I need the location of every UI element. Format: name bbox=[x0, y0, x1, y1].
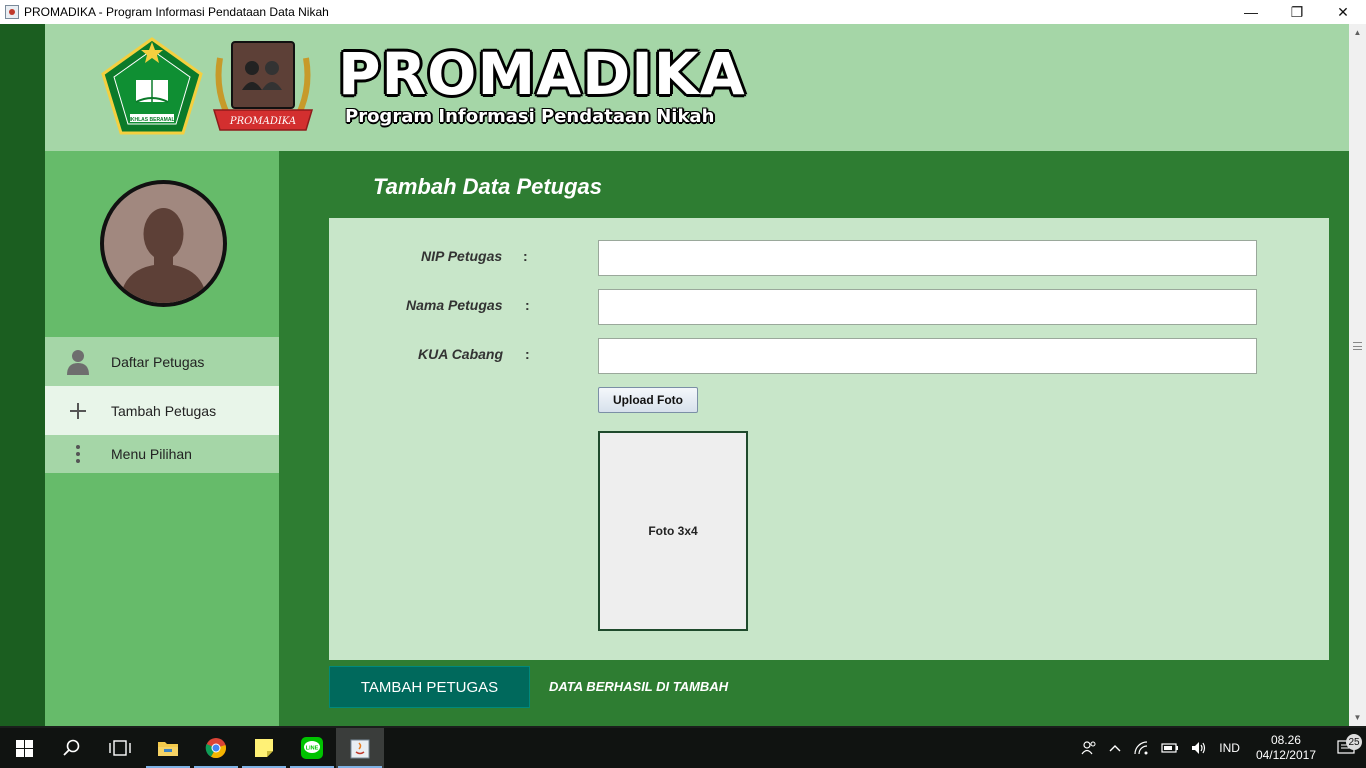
brand-title: PROMADIKA bbox=[338, 40, 746, 108]
battery-icon[interactable] bbox=[1155, 743, 1185, 753]
user-icon bbox=[45, 349, 111, 375]
upload-photo-button[interactable]: Upload Foto bbox=[598, 387, 698, 413]
nama-input[interactable] bbox=[598, 289, 1257, 325]
maximize-button[interactable]: ❐ bbox=[1274, 0, 1320, 24]
window-title: PROMADIKA - Program Informasi Pendataan … bbox=[24, 5, 329, 19]
sidebar-item-label: Tambah Petugas bbox=[111, 402, 217, 419]
chevron-up-icon[interactable] bbox=[1103, 744, 1127, 752]
photo-placeholder-label: Foto 3x4 bbox=[648, 524, 698, 538]
sidebar-item-tambah-petugas[interactable]: Tambah Petugas bbox=[45, 386, 279, 435]
brand-subtitle: Program Informasi Pendataan Nikah bbox=[345, 106, 715, 127]
system-tray: IND 08.26 04/12/2017 25 bbox=[1075, 728, 1366, 768]
vertical-scrollbar[interactable]: ▲ ▼ bbox=[1349, 24, 1366, 726]
line-icon[interactable]: LINE bbox=[288, 728, 336, 768]
notification-count-badge: 25 bbox=[1346, 734, 1362, 750]
page-title: Tambah Data Petugas bbox=[373, 174, 603, 199]
chrome-icon[interactable] bbox=[192, 728, 240, 768]
scroll-down-icon[interactable]: ▼ bbox=[1349, 709, 1366, 726]
app-header: IKHLAS BERAMAL PROMADIKA PROMADIKA Progr… bbox=[45, 24, 1349, 151]
app-window: IKHLAS BERAMAL PROMADIKA PROMADIKA Progr… bbox=[0, 24, 1366, 726]
tambah-petugas-button[interactable]: TAMBAH PETUGAS bbox=[329, 666, 530, 708]
close-button[interactable]: ✕ bbox=[1320, 0, 1366, 24]
sidebar: Daftar Petugas Tambah Petugas Menu Pilih… bbox=[45, 151, 279, 726]
sticky-notes-icon[interactable] bbox=[240, 728, 288, 768]
vertical-dots-icon bbox=[45, 444, 111, 464]
clock-time: 08.26 bbox=[1270, 733, 1301, 747]
action-center-icon[interactable]: 25 bbox=[1326, 734, 1366, 756]
sidebar-item-label: Menu Pilihan bbox=[111, 446, 192, 462]
language-indicator[interactable]: IND bbox=[1213, 741, 1246, 755]
taskbar-clock[interactable]: 08.26 04/12/2017 bbox=[1246, 733, 1326, 763]
person-silhouette-icon bbox=[120, 208, 207, 303]
scroll-thumb-grip-icon[interactable] bbox=[1353, 342, 1362, 350]
kua-label: KUA Cabang bbox=[418, 346, 504, 362]
search-icon[interactable] bbox=[48, 728, 96, 768]
java-app-icon bbox=[5, 5, 19, 19]
scroll-up-icon[interactable]: ▲ bbox=[1349, 24, 1366, 41]
java-app-icon[interactable] bbox=[336, 728, 384, 768]
volume-icon[interactable] bbox=[1185, 741, 1213, 755]
windows-taskbar: LINE IND 08.26 04/12/2017 25 bbox=[0, 728, 1366, 768]
nip-label: NIP Petugas bbox=[421, 248, 503, 264]
form-panel: NIP Petugas : Nama Petugas : KUA Cabang … bbox=[329, 218, 1329, 660]
nip-input[interactable] bbox=[598, 240, 1257, 276]
task-view-icon[interactable] bbox=[96, 728, 144, 768]
clock-date: 04/12/2017 bbox=[1255, 748, 1316, 762]
left-border-strip bbox=[0, 24, 45, 726]
windows-start-icon[interactable] bbox=[0, 728, 48, 768]
sidebar-menu: Daftar Petugas Tambah Petugas Menu Pilih… bbox=[45, 337, 279, 473]
minimize-button[interactable]: — bbox=[1228, 0, 1274, 24]
photo-preview: Foto 3x4 bbox=[598, 431, 748, 631]
emblem-caption: IKHLAS BERAMAL bbox=[130, 117, 175, 123]
logo-ribbon-text: PROMADIKA bbox=[229, 116, 296, 127]
kemenag-emblem-icon: IKHLAS BERAMAL bbox=[101, 37, 203, 135]
nama-label: Nama Petugas bbox=[406, 297, 503, 313]
window-title-bar: PROMADIKA - Program Informasi Pendataan … bbox=[0, 0, 1366, 24]
kua-colon: : bbox=[525, 346, 530, 362]
status-message: DATA BERHASIL DI TAMBAH bbox=[549, 679, 729, 694]
file-explorer-icon[interactable] bbox=[144, 728, 192, 768]
sidebar-item-menu-pilihan[interactable]: Menu Pilihan bbox=[45, 435, 279, 473]
promadika-logo-icon: PROMADIKA bbox=[212, 41, 314, 131]
plus-icon bbox=[45, 402, 111, 419]
svg-text:LINE: LINE bbox=[306, 746, 319, 752]
nama-colon: : bbox=[525, 297, 530, 313]
wifi-icon[interactable] bbox=[1127, 741, 1155, 755]
user-avatar-icon bbox=[100, 180, 227, 307]
kua-input[interactable] bbox=[598, 338, 1257, 374]
sidebar-item-daftar-petugas[interactable]: Daftar Petugas bbox=[45, 337, 279, 386]
people-icon[interactable] bbox=[1075, 740, 1103, 756]
nip-colon: : bbox=[523, 248, 528, 264]
sidebar-item-label: Daftar Petugas bbox=[111, 353, 205, 370]
main-content: Tambah Data Petugas NIP Petugas : Nama P… bbox=[279, 151, 1349, 726]
